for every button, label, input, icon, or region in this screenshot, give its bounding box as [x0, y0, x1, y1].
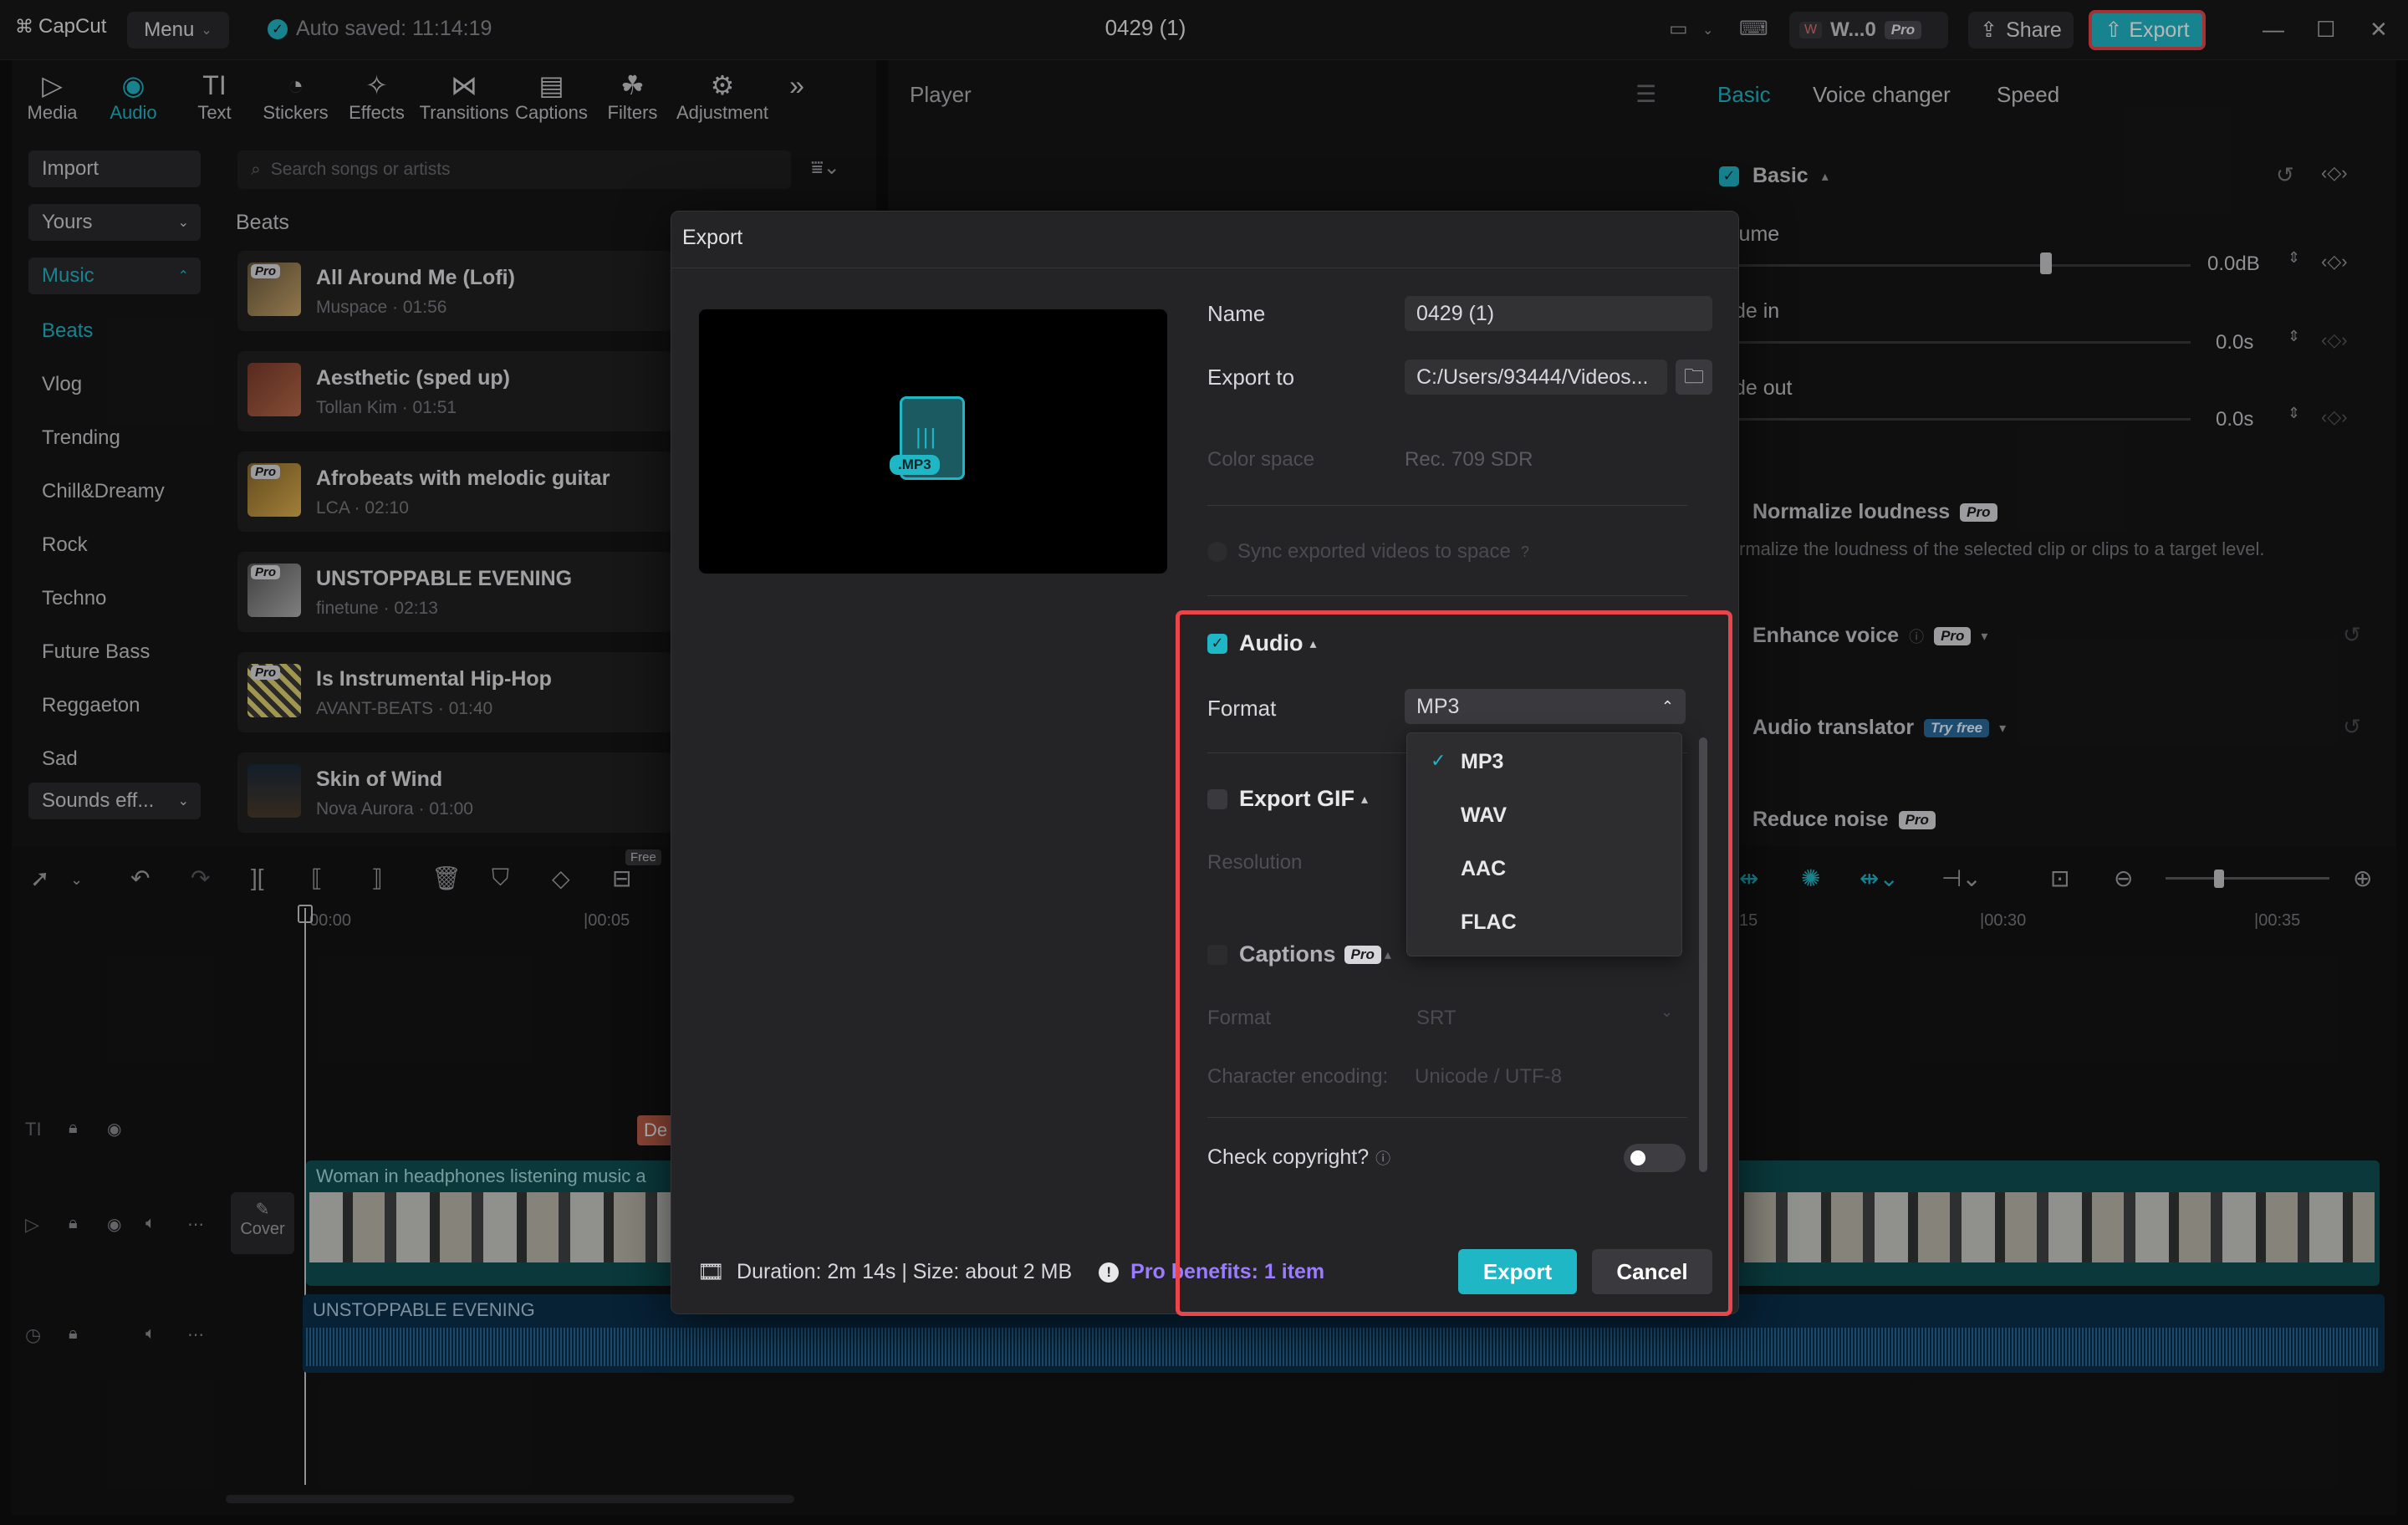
copyright-label: Check copyright?	[1207, 1145, 1370, 1169]
folder-icon[interactable]: 🗀	[1676, 360, 1712, 395]
export-gif-label: Export GIF	[1239, 786, 1355, 811]
sync-option: Sync exported videos to space ?	[1207, 540, 1529, 564]
chevron-up-icon: ⌃	[1661, 697, 1674, 715]
divider	[1207, 1117, 1687, 1118]
chevron-down-icon: ⌄	[1661, 1003, 1674, 1020]
duration-size-info: Duration: 2m 14s | Size: about 2 MB	[737, 1260, 1073, 1283]
divider	[1207, 505, 1687, 506]
help-icon: ⓘ	[1375, 1150, 1391, 1167]
export-to-label: Export to	[1207, 365, 1295, 390]
audio-section-label: Audio	[1239, 630, 1303, 655]
alert-icon: !	[1099, 1262, 1120, 1283]
caret-up-icon: ▴	[1361, 792, 1369, 807]
pro-benefits-link[interactable]: Pro benefits: 1 item	[1130, 1260, 1324, 1284]
export-path-input[interactable]: C:/Users/93444/Videos...	[1405, 360, 1667, 395]
char-encoding-value: Unicode / UTF-8	[1415, 1065, 1563, 1088]
pro-badge: Pro	[1344, 945, 1381, 964]
color-space-label: Color space	[1207, 448, 1315, 471]
captions-checkbox[interactable]	[1207, 944, 1227, 965]
format-dropdown-menu: ✓ MP3 WAV AAC FLAC	[1406, 732, 1682, 956]
captions-label: Captions	[1239, 941, 1336, 967]
name-input[interactable]: 0429 (1)	[1405, 296, 1712, 331]
caret-up-icon: ▴	[1384, 947, 1391, 962]
captions-format-value: SRT	[1416, 1007, 1457, 1029]
help-icon: ?	[1520, 543, 1529, 560]
export-gif-header[interactable]: Export GIF ▴	[1207, 786, 1368, 812]
format-option-wav[interactable]: WAV	[1461, 803, 1507, 828]
captions-format-label: Format	[1207, 1007, 1272, 1029]
caret-up-icon: ▴	[1309, 636, 1317, 651]
check-icon: ✓	[1431, 750, 1446, 771]
export-preview: ||| .MP3	[699, 309, 1167, 574]
dialog-scrollbar[interactable]	[1699, 737, 1707, 1172]
divider	[1207, 595, 1687, 596]
export-button[interactable]: Export	[1458, 1249, 1577, 1294]
audio-checkbox[interactable]: ✓	[1207, 633, 1227, 654]
name-label: Name	[1207, 301, 1266, 326]
dialog-title: Export	[682, 226, 743, 249]
check-copyright-row: Check copyright? ⓘ	[1207, 1145, 1390, 1170]
format-select[interactable]: MP3 ⌃	[1405, 689, 1686, 724]
export-footer: 🎞︎ Duration: 2m 14s | Size: about 2 MB !…	[697, 1259, 1324, 1285]
sync-checkbox	[1207, 542, 1227, 562]
format-option-flac[interactable]: FLAC	[1461, 910, 1517, 935]
copyright-toggle[interactable]	[1624, 1144, 1686, 1172]
captions-header[interactable]: Captions Pro ▴	[1207, 941, 1391, 967]
sync-label: Sync exported videos to space	[1237, 540, 1511, 563]
color-space-value: Rec. 709 SDR	[1405, 448, 1533, 471]
format-select-value: MP3	[1416, 694, 1460, 718]
file-type-badge: .MP3	[890, 455, 940, 475]
audio-section-header[interactable]: ✓ Audio ▴	[1207, 630, 1317, 656]
char-encoding-label: Character encoding:	[1207, 1065, 1389, 1088]
format-option-aac[interactable]: AAC	[1461, 857, 1506, 881]
format-label: Format	[1207, 696, 1277, 721]
resolution-label: Resolution	[1207, 851, 1303, 874]
toggle-knob	[1630, 1150, 1645, 1165]
export-gif-checkbox[interactable]	[1207, 788, 1227, 809]
film-icon: 🎞︎	[697, 1259, 726, 1284]
cancel-button[interactable]: Cancel	[1592, 1249, 1712, 1294]
waveform-icon: |||	[916, 424, 938, 449]
format-option-mp3[interactable]: MP3	[1461, 750, 1503, 774]
